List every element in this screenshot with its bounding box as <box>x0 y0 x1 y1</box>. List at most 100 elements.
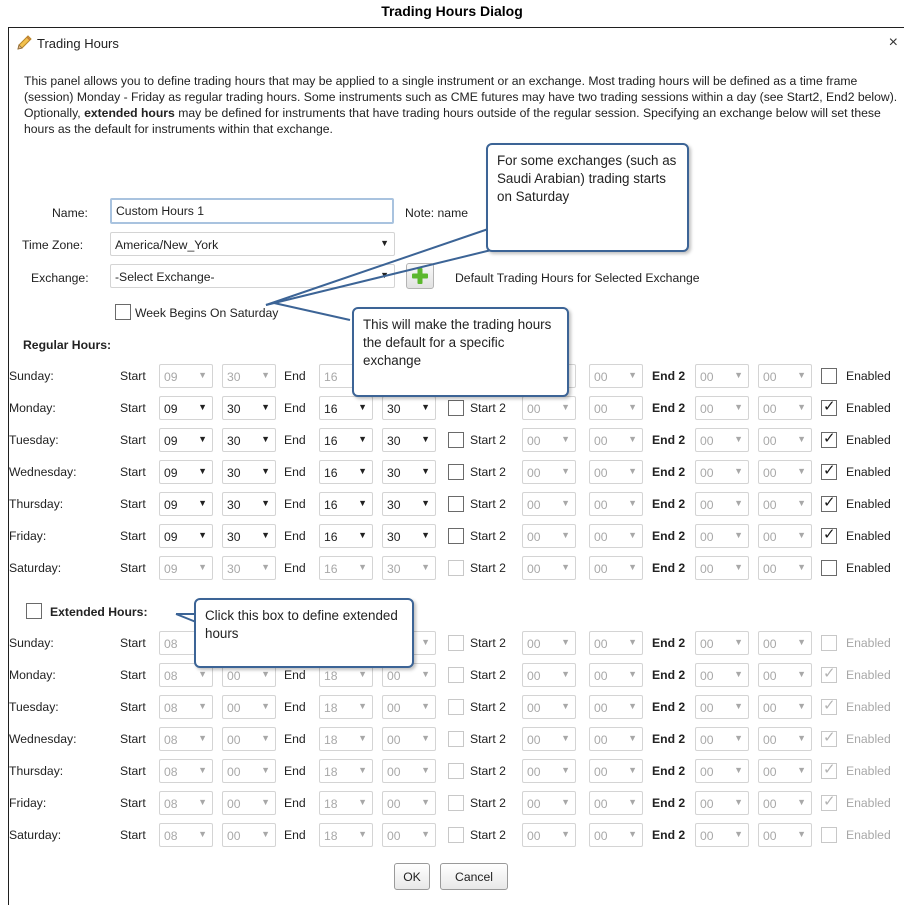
enabled-checkbox[interactable]: ✓ <box>821 793 837 811</box>
end2-hour-select[interactable]: 00 ▼ <box>695 492 749 516</box>
end-hour-select[interactable]: 18▼ <box>319 759 373 783</box>
start2-minute-select[interactable]: 00 ▼ <box>589 428 643 452</box>
start-hour-select[interactable]: 08▼ <box>159 695 213 719</box>
enabled-checkbox[interactable]: ✓ <box>821 462 837 480</box>
end-hour-select[interactable]: 16▼ <box>319 460 373 484</box>
end-hour-select[interactable]: 18▼ <box>319 791 373 815</box>
start2-minute-select[interactable]: 00 ▼ <box>589 556 643 580</box>
name-input[interactable] <box>110 198 394 224</box>
session2-checkbox[interactable] <box>448 667 464 683</box>
start-hour-select[interactable]: 09 ▼ <box>159 524 213 548</box>
week-saturday-checkbox[interactable] <box>115 304 131 320</box>
end-hour-select[interactable]: 16▼ <box>319 524 373 548</box>
enabled-checkbox[interactable]: ✓ <box>821 665 837 683</box>
enabled-checkbox[interactable] <box>821 635 837 651</box>
ok-button[interactable]: OK <box>394 863 430 890</box>
start-hour-select[interactable]: 08▼ <box>159 823 213 847</box>
start2-minute-select[interactable]: 00 ▼ <box>589 460 643 484</box>
start-hour-select[interactable]: 08▼ <box>159 791 213 815</box>
start-minute-select[interactable]: 30 ▼ <box>222 428 276 452</box>
end2-hour-select[interactable]: 00 ▼ <box>695 663 749 687</box>
start-minute-select[interactable]: 30 ▼ <box>222 524 276 548</box>
start-minute-select[interactable]: 00▼ <box>222 759 276 783</box>
start-hour-select[interactable]: 09 ▼ <box>159 428 213 452</box>
start2-hour-select[interactable]: 00▼ <box>522 460 576 484</box>
start2-hour-select[interactable]: 00▼ <box>522 663 576 687</box>
end-hour-select[interactable]: 16▼ <box>319 428 373 452</box>
start2-minute-select[interactable]: 00 ▼ <box>589 759 643 783</box>
start-hour-select[interactable]: 08▼ <box>159 727 213 751</box>
end-minute-select[interactable]: 30▼ <box>382 524 436 548</box>
add-default-exchange-button[interactable] <box>406 263 434 289</box>
start-minute-select[interactable]: 30 ▼ <box>222 556 276 580</box>
start2-minute-select[interactable]: 00 ▼ <box>589 364 643 388</box>
end2-minute-select[interactable]: 00 ▼ <box>758 695 812 719</box>
session2-checkbox[interactable] <box>448 763 464 779</box>
start-minute-select[interactable]: 30 ▼ <box>222 396 276 420</box>
end2-minute-select[interactable]: 00 ▼ <box>758 396 812 420</box>
end-hour-select[interactable]: 16▼ <box>319 396 373 420</box>
start2-hour-select[interactable]: 00▼ <box>522 396 576 420</box>
session2-checkbox[interactable] <box>448 496 464 512</box>
session2-checkbox[interactable] <box>448 795 464 811</box>
enabled-checkbox[interactable]: ✓ <box>821 526 837 544</box>
end-minute-select[interactable]: 30▼ <box>382 556 436 580</box>
end2-minute-select[interactable]: 00 ▼ <box>758 663 812 687</box>
end-minute-select[interactable]: 00▼ <box>382 727 436 751</box>
end2-minute-select[interactable]: 00 ▼ <box>758 492 812 516</box>
exchange-select[interactable]: -Select Exchange- ▼ <box>110 264 395 288</box>
enabled-checkbox[interactable]: ✓ <box>821 398 837 416</box>
extended-hours-checkbox[interactable] <box>26 603 42 619</box>
end2-hour-select[interactable]: 00 ▼ <box>695 631 749 655</box>
start2-hour-select[interactable]: 00▼ <box>522 695 576 719</box>
session2-checkbox[interactable] <box>448 528 464 544</box>
timezone-select[interactable]: America/New_York ▼ <box>110 232 395 256</box>
start2-minute-select[interactable]: 00 ▼ <box>589 396 643 420</box>
end2-hour-select[interactable]: 00 ▼ <box>695 524 749 548</box>
start2-minute-select[interactable]: 00 ▼ <box>589 492 643 516</box>
end2-minute-select[interactable]: 00 ▼ <box>758 727 812 751</box>
end2-minute-select[interactable]: 00 ▼ <box>758 823 812 847</box>
end2-minute-select[interactable]: 00 ▼ <box>758 556 812 580</box>
session2-checkbox[interactable] <box>448 827 464 843</box>
start-minute-select[interactable]: 30 ▼ <box>222 492 276 516</box>
start-hour-select[interactable]: 09 ▼ <box>159 364 213 388</box>
start2-hour-select[interactable]: 00▼ <box>522 791 576 815</box>
start2-minute-select[interactable]: 00 ▼ <box>589 823 643 847</box>
end2-minute-select[interactable]: 00 ▼ <box>758 524 812 548</box>
enabled-checkbox[interactable]: ✓ <box>821 761 837 779</box>
session2-checkbox[interactable] <box>448 432 464 448</box>
end2-minute-select[interactable]: 00 ▼ <box>758 791 812 815</box>
end2-hour-select[interactable]: 00 ▼ <box>695 396 749 420</box>
end-hour-select[interactable]: 16▼ <box>319 556 373 580</box>
start2-hour-select[interactable]: 00▼ <box>522 727 576 751</box>
start2-minute-select[interactable]: 00 ▼ <box>589 695 643 719</box>
end2-minute-select[interactable]: 00 ▼ <box>758 460 812 484</box>
end-hour-select[interactable]: 18▼ <box>319 727 373 751</box>
start2-hour-select[interactable]: 00▼ <box>522 524 576 548</box>
start2-minute-select[interactable]: 00 ▼ <box>589 663 643 687</box>
enabled-checkbox[interactable]: ✓ <box>821 697 837 715</box>
enabled-checkbox[interactable] <box>821 827 837 843</box>
start-minute-select[interactable]: 00▼ <box>222 791 276 815</box>
start2-minute-select[interactable]: 00 ▼ <box>589 791 643 815</box>
start-minute-select[interactable]: 30 ▼ <box>222 364 276 388</box>
end-minute-select[interactable]: 00▼ <box>382 823 436 847</box>
session2-checkbox[interactable] <box>448 400 464 416</box>
start-minute-select[interactable]: 00▼ <box>222 695 276 719</box>
start2-minute-select[interactable]: 00 ▼ <box>589 524 643 548</box>
enabled-checkbox[interactable] <box>821 560 837 576</box>
end-hour-select[interactable]: 16▼ <box>319 492 373 516</box>
start2-minute-select[interactable]: 00 ▼ <box>589 631 643 655</box>
cancel-button[interactable]: Cancel <box>440 863 508 890</box>
end-hour-select[interactable]: 18▼ <box>319 695 373 719</box>
end2-hour-select[interactable]: 00 ▼ <box>695 727 749 751</box>
enabled-checkbox[interactable]: ✓ <box>821 494 837 512</box>
end-minute-select[interactable]: 00▼ <box>382 695 436 719</box>
session2-checkbox[interactable] <box>448 560 464 576</box>
end-minute-select[interactable]: 00▼ <box>382 791 436 815</box>
end2-minute-select[interactable]: 00 ▼ <box>758 364 812 388</box>
end-minute-select[interactable]: 30▼ <box>382 492 436 516</box>
end-minute-select[interactable]: 30▼ <box>382 460 436 484</box>
start-minute-select[interactable]: 00▼ <box>222 823 276 847</box>
